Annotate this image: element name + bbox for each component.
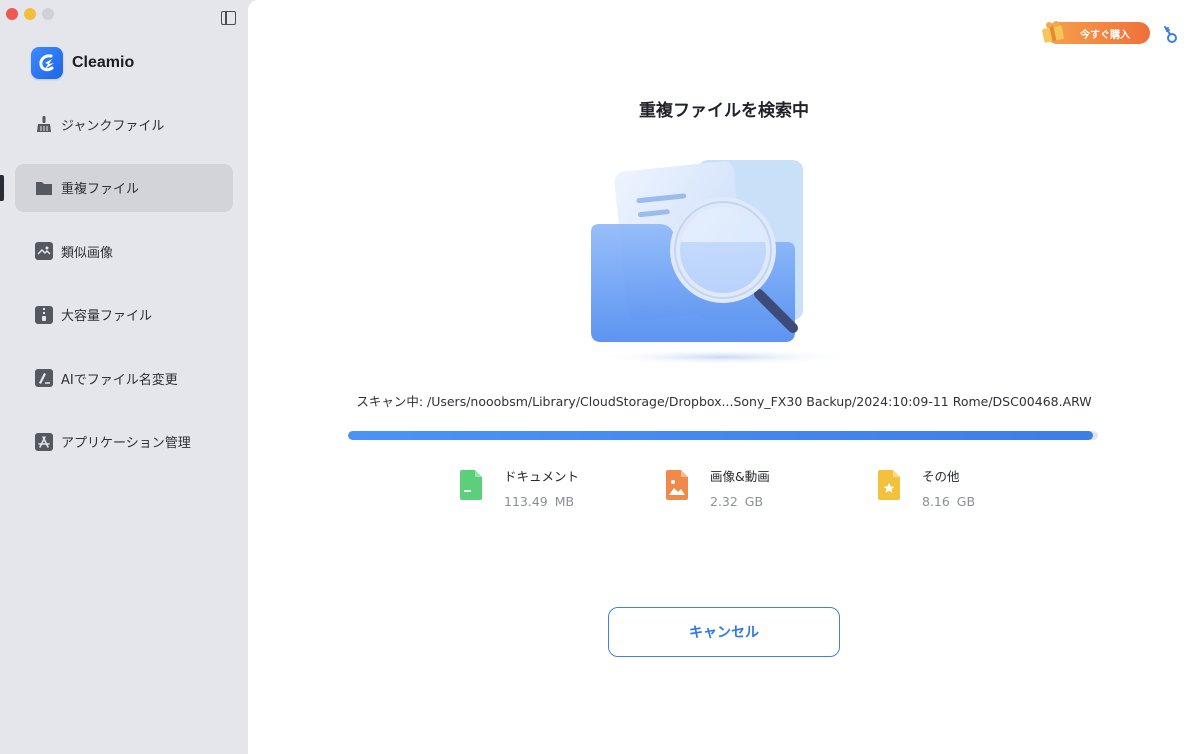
stat-value: 113.49 MB (504, 494, 575, 509)
ai-rename-icon (35, 369, 53, 388)
stat-other: その他 8.16 GB (876, 463, 975, 509)
sidebar-item-label: AIでファイル名変更 (61, 372, 178, 388)
stat-label: ドキュメント (504, 469, 580, 484)
sidebar-item-similar-images[interactable]: 類似画像 (15, 227, 233, 275)
sidebar-item-junk-files[interactable]: ジャンクファイル (15, 100, 233, 148)
active-item-marker (0, 175, 4, 201)
scan-path-text: スキャン中: /Users/nooobsm/Library/CloudStora… (356, 394, 1092, 409)
main-panel: 今すぐ購入 重複ファイルを検索中 スキャン中: /Users/nooobsm/L… (248, 0, 1200, 754)
sidebar-toggle-icon[interactable] (221, 11, 236, 25)
brand: Cleamio (31, 47, 134, 79)
close-window-button[interactable] (6, 8, 18, 20)
key-icon[interactable] (1161, 24, 1179, 44)
app-store-icon (35, 432, 53, 451)
stat-images-videos: 画像&動画 2.32 GB (664, 463, 770, 509)
sidebar-item-large-files[interactable]: 大容量ファイル (15, 291, 233, 339)
broom-icon (35, 115, 53, 133)
folder-icon (35, 179, 53, 197)
scan-progress-bar (348, 431, 1098, 440)
page-title: 重複ファイルを検索中 (639, 101, 809, 121)
zip-file-icon (35, 305, 53, 324)
buy-now-label: 今すぐ購入 (1080, 29, 1130, 41)
sidebar-item-label: 類似画像 (61, 245, 114, 261)
stat-value: 2.32 GB (710, 494, 764, 509)
other-file-icon (878, 470, 900, 500)
app-window: Cleamio ジャンクファイル 重複ファイル 類似画像 大容量ファイル AIで… (0, 0, 1200, 754)
sidebar-item-label: 重複ファイル (61, 182, 140, 198)
cleamio-logo-icon (31, 47, 63, 79)
sidebar-item-ai-rename[interactable]: AIでファイル名変更 (15, 354, 233, 402)
sidebar-item-app-management[interactable]: アプリケーション管理 (15, 418, 233, 466)
stat-value: 8.16 GB (922, 494, 976, 509)
sidebar-item-label: アプリケーション管理 (61, 436, 191, 452)
sidebar-item-duplicate-files[interactable]: 重複ファイル (15, 163, 233, 212)
sidebar-item-label: ジャンクファイル (61, 118, 165, 134)
sidebar: Cleamio ジャンクファイル 重複ファイル 類似画像 大容量ファイル AIで… (0, 0, 248, 754)
buy-now-button[interactable]: 今すぐ購入 (1042, 21, 1150, 44)
app-name: Cleamio (72, 54, 135, 71)
folder-search-illustration-icon (588, 160, 858, 365)
image-icon (35, 242, 53, 261)
minimize-window-button[interactable] (24, 8, 36, 20)
sidebar-item-label: 大容量ファイル (61, 309, 153, 325)
zoom-window-button[interactable] (42, 8, 54, 20)
window-controls (6, 8, 54, 20)
sidebar-nav: ジャンクファイル 重複ファイル 類似画像 大容量ファイル AIでファイル名変更 … (15, 100, 233, 482)
stat-label: 画像&動画 (710, 469, 770, 484)
cancel-button[interactable]: キャンセル (608, 607, 840, 657)
gift-icon (1042, 21, 1064, 43)
scan-progress-fill (348, 431, 1093, 440)
photo-video-icon (666, 470, 688, 500)
document-icon (460, 470, 482, 500)
stat-label: その他 (922, 469, 960, 484)
stat-documents: ドキュメント 113.49 MB (458, 463, 579, 509)
